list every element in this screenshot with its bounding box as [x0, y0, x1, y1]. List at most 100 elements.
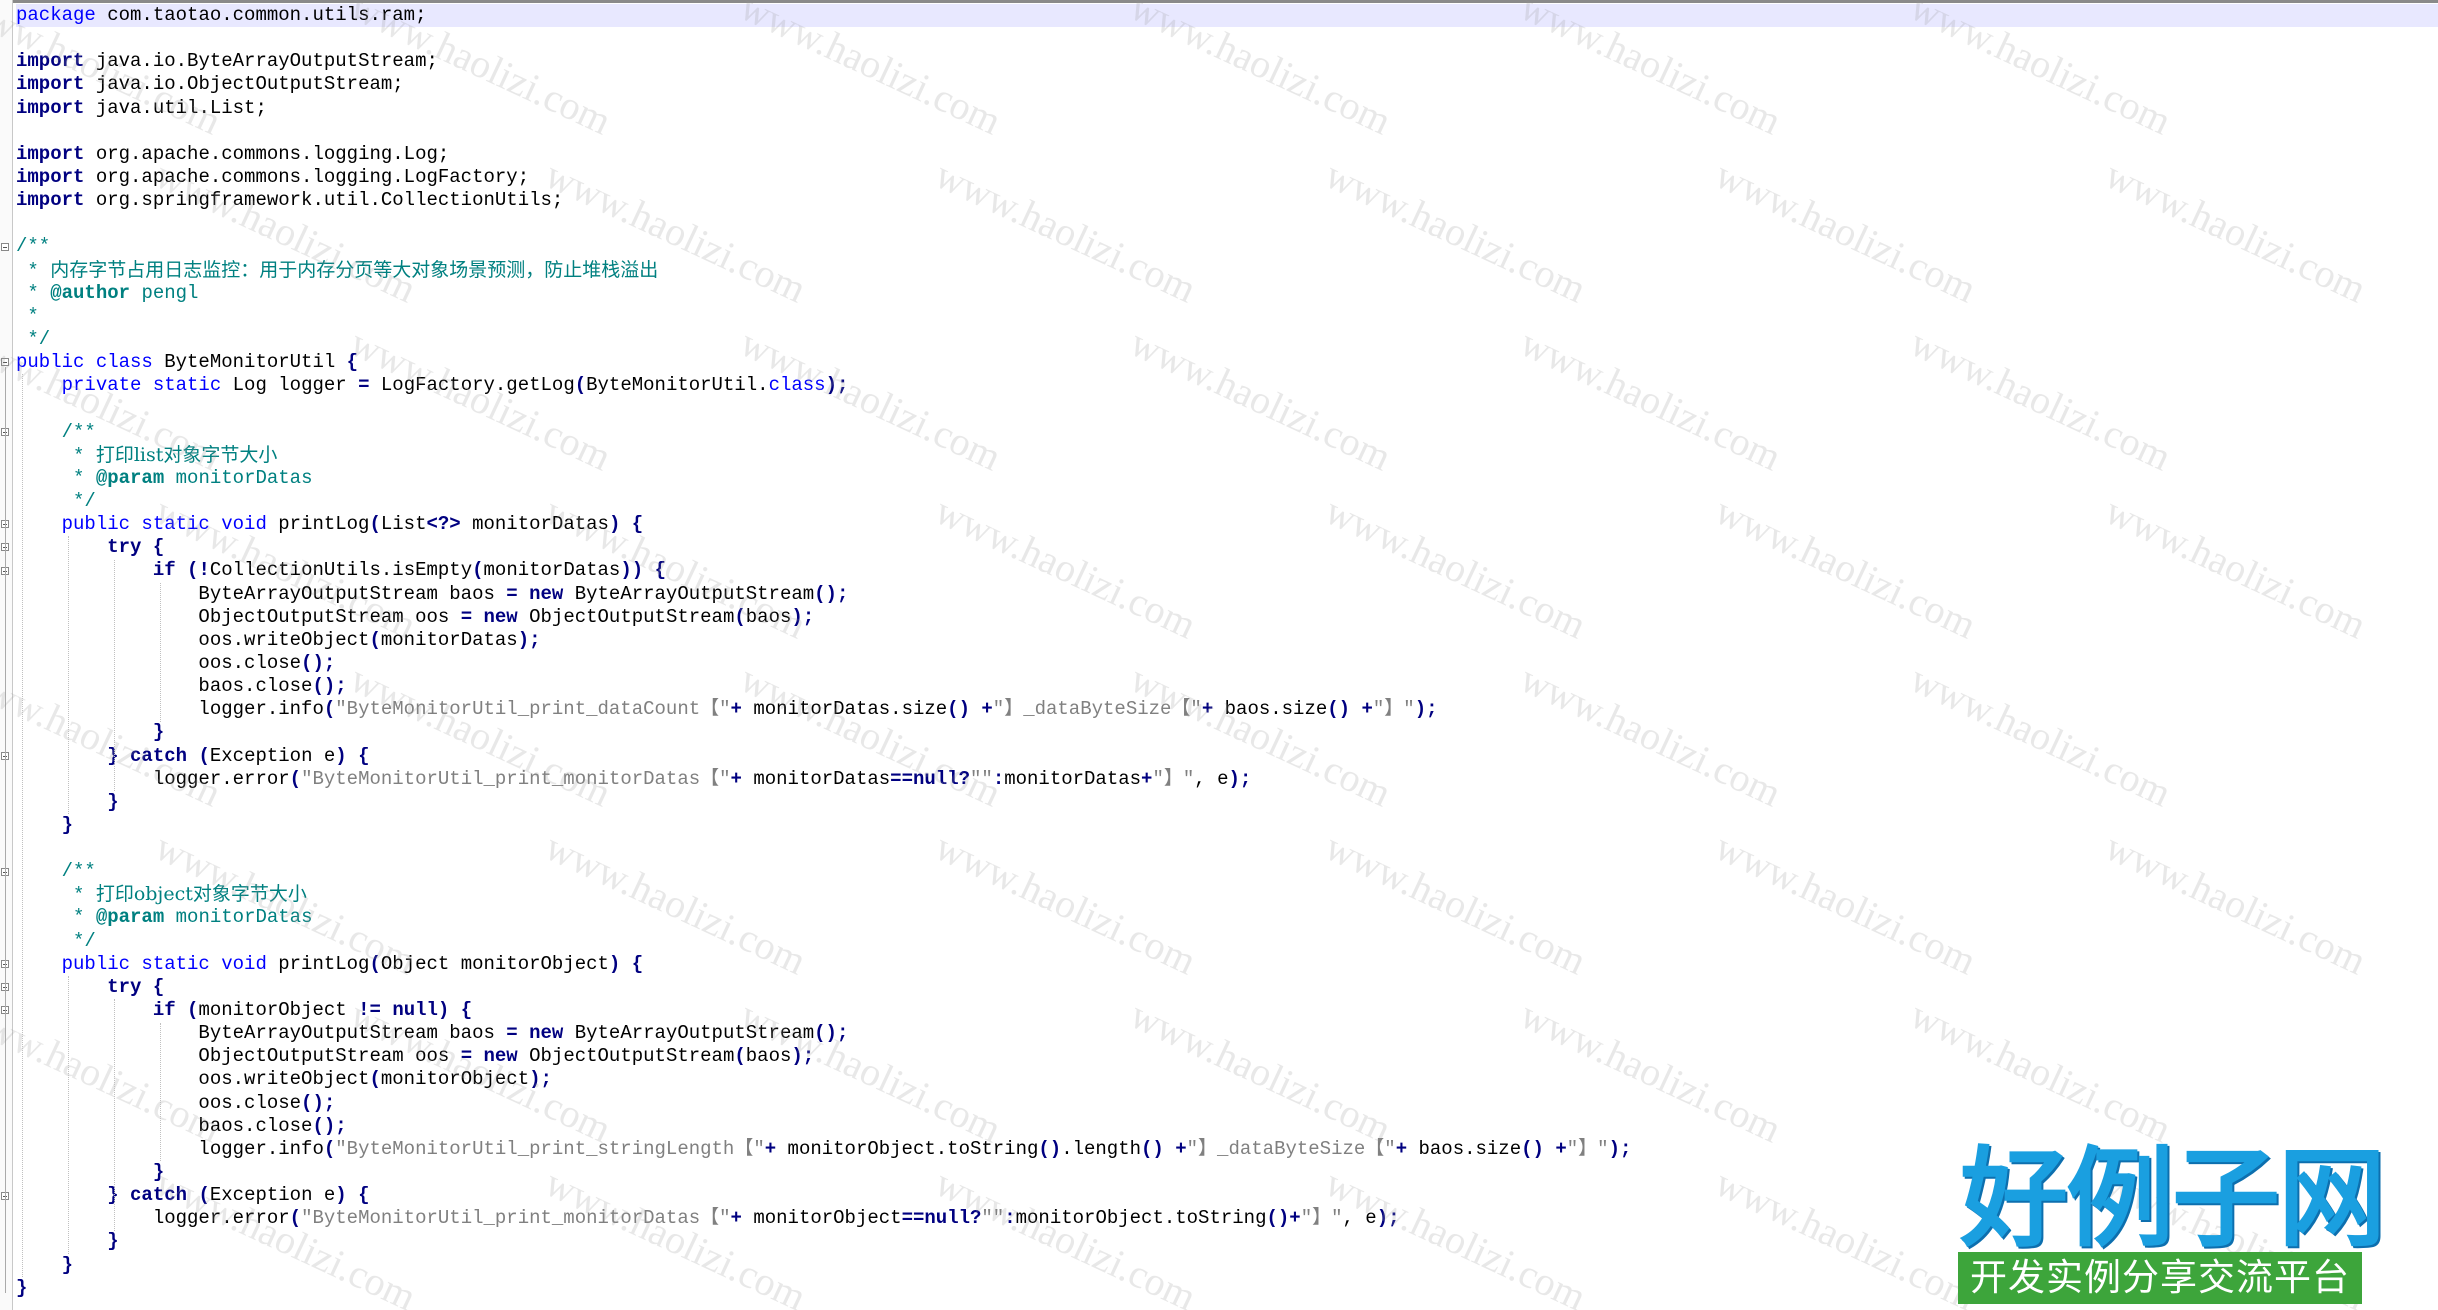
code-token: LogFactory.getLog — [369, 374, 575, 397]
code-token: ( — [369, 1068, 381, 1091]
code-line[interactable]: } — [16, 814, 2438, 837]
code-token: "】" — [1566, 1137, 1609, 1160]
code-line[interactable] — [16, 837, 2438, 860]
code-line[interactable]: oos.writeObject(monitorObject); — [16, 1068, 2438, 1091]
code-line[interactable]: * @author pengl — [16, 282, 2438, 305]
code-token: /** — [61, 420, 96, 443]
code-line[interactable]: oos.writeObject(monitorDatas); — [16, 629, 2438, 652]
code-line[interactable]: import java.util.List; — [16, 97, 2438, 120]
code-line[interactable]: import org.apache.commons.logging.Log; — [16, 143, 2438, 166]
code-token: ByteMonitorUtil — [152, 351, 347, 374]
code-token: import — [16, 50, 85, 73]
code-line[interactable]: if (monitorObject != null) { — [16, 999, 2438, 1022]
code-line[interactable]: private static Log logger = LogFactory.g… — [16, 374, 2438, 397]
code-token: monitorObject.toString — [1015, 1207, 1267, 1230]
code-token: () — [1038, 1137, 1062, 1160]
code-token: { — [460, 999, 473, 1022]
code-token: } — [107, 744, 119, 767]
code-line[interactable]: */ — [16, 328, 2438, 351]
code-line[interactable]: */ — [16, 490, 2438, 513]
code-token: oos.close — [16, 651, 302, 674]
code-line[interactable] — [16, 27, 2438, 50]
code-token: != — [358, 999, 381, 1022]
indent-guide — [160, 1022, 161, 1162]
code-token: + — [730, 1207, 742, 1230]
code-line[interactable]: * 打印list对象字节大小 — [16, 444, 2438, 467]
code-token: { — [654, 559, 666, 582]
code-token: logger.info — [16, 698, 324, 721]
code-token: "】" — [1372, 698, 1415, 721]
code-token: /** — [61, 860, 96, 883]
code-line[interactable]: ByteArrayOutputStream baos = new ByteArr… — [16, 583, 2438, 606]
code-line[interactable] — [16, 120, 2438, 143]
code-token: try — [107, 975, 142, 998]
fold-gutter[interactable] — [0, 0, 13, 1310]
code-line[interactable]: */ — [16, 930, 2438, 953]
code-line[interactable]: ObjectOutputStream oos = new ObjectOutpu… — [16, 606, 2438, 629]
code-line[interactable]: import java.io.ByteArrayOutputStream; — [16, 50, 2438, 73]
code-token: import — [16, 142, 85, 165]
code-line[interactable]: logger.error("ByteMonitorUtil_print_moni… — [16, 768, 2438, 791]
code-token: == — [890, 767, 913, 790]
code-line[interactable]: package com.taotao.common.utils.ram; — [16, 4, 2438, 28]
code-token: = — [506, 582, 518, 605]
code-line[interactable]: ObjectOutputStream oos = new ObjectOutpu… — [16, 1045, 2438, 1068]
code-line[interactable] — [16, 397, 2438, 420]
code-line[interactable]: ByteArrayOutputStream baos = new ByteArr… — [16, 1022, 2438, 1045]
code-line[interactable]: import java.io.ObjectOutputStream; — [16, 73, 2438, 96]
code-line[interactable]: import org.springframework.util.Collecti… — [16, 189, 2438, 212]
code-line[interactable]: * @param monitorDatas — [16, 467, 2438, 490]
code-line[interactable]: baos.close(); — [16, 675, 2438, 698]
code-token: + — [1395, 1137, 1408, 1160]
code-token: 内存字节占用日志监控：用于内存分页等大对象场景预测，防止堆栈溢出 — [50, 258, 659, 281]
code-line[interactable]: try { — [16, 536, 2438, 559]
code-token: ( — [574, 374, 587, 397]
code-line[interactable]: * — [16, 305, 2438, 328]
code-line[interactable]: /** — [16, 860, 2438, 883]
code-line[interactable]: * @param monitorDatas — [16, 906, 2438, 929]
code-line[interactable]: /** — [16, 421, 2438, 444]
code-line[interactable]: } — [16, 721, 2438, 744]
code-token: ( — [289, 1207, 302, 1230]
code-token: (); — [814, 1022, 849, 1045]
code-line[interactable]: public static void printLog(List<?> moni… — [16, 513, 2438, 536]
code-editor[interactable]: package com.taotao.common.utils.ram; imp… — [0, 0, 2438, 1310]
code-line[interactable]: oos.close(); — [16, 1092, 2438, 1115]
code-token: + — [1201, 698, 1214, 721]
code-line[interactable]: public static void printLog(Object monit… — [16, 953, 2438, 976]
code-line[interactable]: oos.close(); — [16, 652, 2438, 675]
fold-toggle-icon[interactable] — [1, 242, 9, 251]
code-token: monitorDatas — [460, 513, 609, 536]
code-token: org.springframework.util.CollectionUtils… — [84, 189, 564, 212]
code-line[interactable]: try { — [16, 976, 2438, 999]
code-token: ( — [198, 1184, 210, 1207]
code-line[interactable]: public class ByteMonitorUtil { — [16, 351, 2438, 374]
code-line[interactable]: import org.apache.commons.logging.LogFac… — [16, 166, 2438, 189]
code-token: "】_dataByteSize【" — [992, 698, 1202, 721]
code-token: ByteArrayOutputStream — [563, 582, 815, 605]
code-token: ByteMonitorUtil. — [586, 374, 769, 397]
code-line[interactable]: } — [16, 791, 2438, 814]
code-area[interactable]: package com.taotao.common.utils.ram; imp… — [16, 4, 2438, 1300]
code-line[interactable]: * 内存字节占用日志监控：用于内存分页等大对象场景预测，防止堆栈溢出 — [16, 259, 2438, 282]
code-token: ObjectOutputStream — [517, 605, 735, 628]
code-token: + — [1555, 1137, 1567, 1160]
code-line[interactable]: logger.info("ByteMonitorUtil_print_dataC… — [16, 698, 2438, 721]
code-line[interactable]: /** — [16, 235, 2438, 258]
code-line[interactable] — [16, 212, 2438, 235]
fold-toggle-icon[interactable] — [1, 358, 9, 367]
code-token: )) — [620, 559, 644, 582]
code-token: java.io.ObjectOutputStream; — [84, 73, 404, 96]
code-line[interactable]: * 打印object对象字节大小 — [16, 883, 2438, 906]
code-line[interactable]: } catch (Exception e) { — [16, 745, 2438, 768]
code-line[interactable]: baos.close(); — [16, 1115, 2438, 1138]
code-token: { — [152, 536, 165, 559]
code-token: ) — [335, 1184, 347, 1207]
code-line[interactable]: if (!CollectionUtils.isEmpty(monitorData… — [16, 559, 2438, 582]
